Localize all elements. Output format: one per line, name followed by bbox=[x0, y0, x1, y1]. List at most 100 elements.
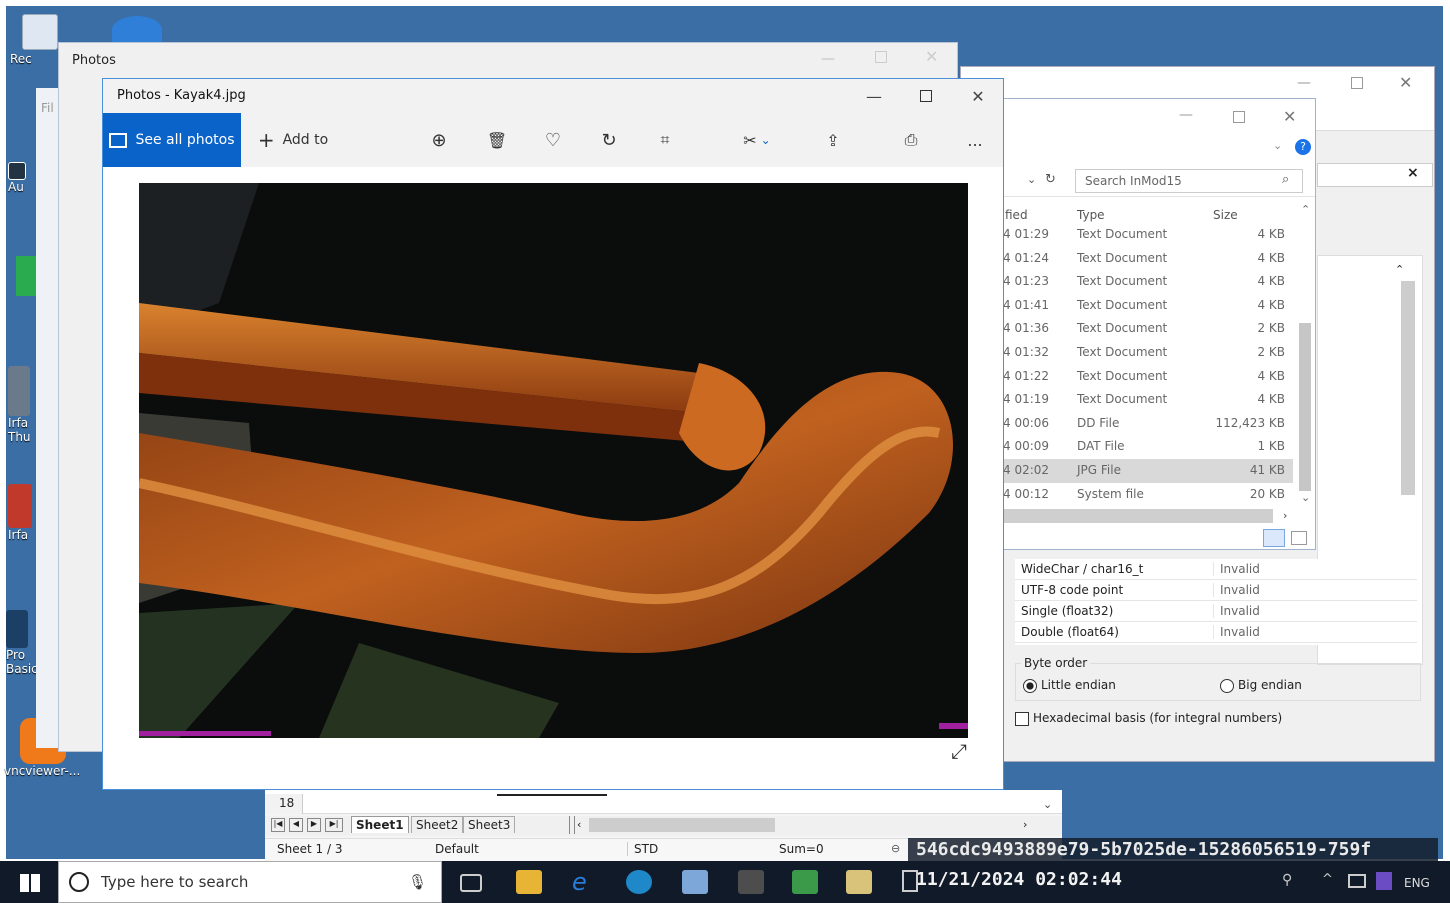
people-icon[interactable]: ⚲ bbox=[1282, 872, 1292, 888]
panel-close-button[interactable]: × bbox=[1407, 165, 1419, 181]
next-sheet-icon[interactable]: ▶ bbox=[307, 818, 321, 832]
maximize-icon[interactable] bbox=[1351, 77, 1363, 89]
address-dropdown-icon[interactable]: ⌄ bbox=[1027, 173, 1036, 186]
table-row[interactable]: 4 02:02 JPG File 41 KB bbox=[1003, 459, 1293, 483]
spy-app-taskbar-icon[interactable] bbox=[738, 870, 764, 894]
app-taskbar-icon[interactable] bbox=[682, 870, 708, 894]
microphone-icon[interactable]: 🎙 bbox=[408, 873, 427, 891]
cell-type: DD File bbox=[1077, 415, 1120, 430]
tab-splitter[interactable] bbox=[569, 816, 575, 834]
horizontal-scrollbar[interactable] bbox=[589, 818, 775, 832]
task-view-icon[interactable] bbox=[460, 874, 482, 892]
minimize-icon[interactable]: — bbox=[1179, 107, 1193, 123]
row-header[interactable]: 18 bbox=[265, 794, 303, 814]
chevron-left-icon[interactable]: ‹ bbox=[577, 818, 581, 831]
last-sheet-icon[interactable]: ▶| bbox=[325, 818, 343, 832]
table-row[interactable]: 4 00:12 System file 20 KB bbox=[1003, 483, 1293, 507]
maximize-icon[interactable] bbox=[875, 51, 887, 63]
column-header-size[interactable]: Size bbox=[1213, 208, 1238, 222]
close-button[interactable]: ✕ bbox=[953, 79, 1003, 113]
more-button[interactable]: ... bbox=[961, 113, 989, 167]
first-sheet-icon[interactable]: |◀ bbox=[271, 818, 285, 832]
crop-button[interactable]: ⌗ bbox=[651, 113, 679, 167]
maximize-icon bbox=[920, 90, 932, 102]
photo-image[interactable] bbox=[139, 183, 968, 738]
close-icon[interactable]: ✕ bbox=[1283, 107, 1296, 126]
delete-button[interactable]: 🗑 bbox=[483, 113, 511, 167]
minimize-button[interactable]: — bbox=[849, 79, 899, 113]
table-row[interactable]: 4 00:06 DD File 112,423 KB bbox=[1003, 412, 1293, 436]
table-row[interactable]: 4 01:22 Text Document 4 KB bbox=[1003, 365, 1293, 389]
table-row[interactable]: 4 00:09 DAT File 1 KB bbox=[1003, 435, 1293, 459]
sheet-tab-3[interactable]: Sheet3 bbox=[463, 816, 516, 833]
chevron-down-icon[interactable]: ⌄ bbox=[1301, 491, 1310, 504]
refresh-icon[interactable]: ↻ bbox=[1045, 172, 1056, 187]
table-row[interactable]: Single (float32) Invalid bbox=[1015, 601, 1417, 622]
horizontal-scrollbar[interactable] bbox=[1003, 509, 1273, 523]
print-button[interactable]: ⎙ bbox=[897, 113, 925, 167]
little-endian-radio[interactable] bbox=[1023, 679, 1037, 693]
maximize-icon[interactable] bbox=[1233, 111, 1245, 123]
rotate-button[interactable]: ↻ bbox=[595, 113, 623, 167]
table-row[interactable]: 4 01:29 Text Document 4 KB bbox=[1003, 223, 1293, 247]
table-row[interactable]: 4 01:23 Text Document 4 KB bbox=[1003, 270, 1293, 294]
table-row[interactable]: 4 01:32 Text Document 2 KB bbox=[1003, 341, 1293, 365]
more-icon: ... bbox=[967, 130, 983, 150]
close-icon[interactable]: ✕ bbox=[925, 47, 938, 66]
table-row[interactable]: 4 01:19 Text Document 4 KB bbox=[1003, 388, 1293, 412]
close-icon[interactable]: ✕ bbox=[1399, 73, 1412, 92]
minimize-icon[interactable]: — bbox=[1297, 75, 1311, 91]
prev-sheet-icon[interactable]: ◀ bbox=[289, 818, 303, 832]
chevron-right-icon[interactable]: › bbox=[1283, 509, 1287, 522]
table-row[interactable]: Double (float64) Invalid bbox=[1015, 622, 1417, 643]
table-row[interactable]: 4 01:24 Text Document 4 KB bbox=[1003, 247, 1293, 271]
zoom-out-icon[interactable]: ⊖ bbox=[891, 842, 900, 855]
chevron-right-icon[interactable]: › bbox=[1023, 818, 1027, 831]
photos-window[interactable]: Photos - Kayak4.jpg — ✕ See all photos +… bbox=[102, 78, 1004, 790]
table-row[interactable]: UTF-8 code point Invalid bbox=[1015, 580, 1417, 601]
chevron-down-icon[interactable]: ⌄ bbox=[1043, 798, 1052, 811]
hex-editor-taskbar-icon[interactable] bbox=[846, 870, 872, 894]
chevron-up-icon[interactable]: ⌃ bbox=[1301, 203, 1310, 216]
search-input[interactable]: Search InMod15 ⌕ bbox=[1075, 169, 1303, 193]
edit-create-button[interactable]: ✂ ⌄ bbox=[733, 113, 781, 167]
help-icon[interactable]: ? bbox=[1295, 139, 1311, 155]
chevron-down-icon[interactable]: ⌄ bbox=[1273, 139, 1282, 152]
calc-taskbar-icon[interactable] bbox=[792, 870, 818, 894]
table-row[interactable]: WideChar / char16_t Invalid bbox=[1015, 559, 1417, 580]
internet-explorer-icon[interactable]: e bbox=[572, 870, 598, 894]
large-icons-view-icon[interactable] bbox=[1291, 531, 1307, 545]
file-explorer-window[interactable]: — ✕ ⌄ ? ⌄ ↻ Search InMod15 ⌕ fied Type S… bbox=[1002, 98, 1316, 550]
add-to-button[interactable]: + Add to bbox=[253, 113, 333, 167]
chevron-up-icon[interactable]: ^ bbox=[1322, 872, 1333, 887]
expand-icon[interactable]: ⤢ bbox=[951, 739, 967, 763]
file-explorer-taskbar-icon[interactable] bbox=[516, 870, 542, 894]
network-icon[interactable] bbox=[1348, 874, 1366, 888]
edge-shortcut-icon[interactable] bbox=[112, 16, 162, 44]
taskbar-search[interactable]: Type here to search 🎙 bbox=[58, 861, 442, 903]
onenote-tray-icon[interactable] bbox=[1376, 872, 1392, 890]
favorite-button[interactable]: ♡ bbox=[539, 113, 567, 167]
table-row[interactable]: 4 01:36 Text Document 2 KB bbox=[1003, 317, 1293, 341]
edge-icon[interactable] bbox=[626, 870, 652, 894]
zoom-button[interactable]: ⊕ bbox=[425, 113, 453, 167]
start-button[interactable] bbox=[20, 874, 40, 892]
cell-size: 2 KB bbox=[1257, 345, 1285, 359]
column-header-modified[interactable]: fied bbox=[1005, 208, 1028, 222]
maximize-button[interactable] bbox=[901, 79, 951, 113]
table-row[interactable]: 4 01:41 Text Document 4 KB bbox=[1003, 294, 1293, 318]
sheet-tab-2[interactable]: Sheet2 bbox=[411, 816, 464, 833]
hex-basis-checkbox[interactable] bbox=[1015, 712, 1029, 726]
sheet-tab-1[interactable]: Sheet1 bbox=[351, 816, 409, 833]
spreadsheet-shortcut-icon[interactable] bbox=[16, 256, 36, 296]
chevron-up-icon[interactable]: ⌃ bbox=[1395, 263, 1413, 277]
big-endian-radio[interactable] bbox=[1220, 679, 1234, 693]
scrollbar-thumb[interactable] bbox=[1401, 281, 1415, 495]
details-view-icon[interactable] bbox=[1263, 529, 1285, 547]
minimize-icon[interactable]: — bbox=[821, 51, 835, 67]
column-header-type[interactable]: Type bbox=[1077, 208, 1105, 222]
scrollbar-thumb[interactable] bbox=[1299, 323, 1311, 491]
share-button[interactable]: ⇪ bbox=[819, 113, 847, 167]
language-indicator[interactable]: ENG bbox=[1404, 876, 1430, 890]
see-all-photos-button[interactable]: See all photos bbox=[103, 113, 241, 167]
